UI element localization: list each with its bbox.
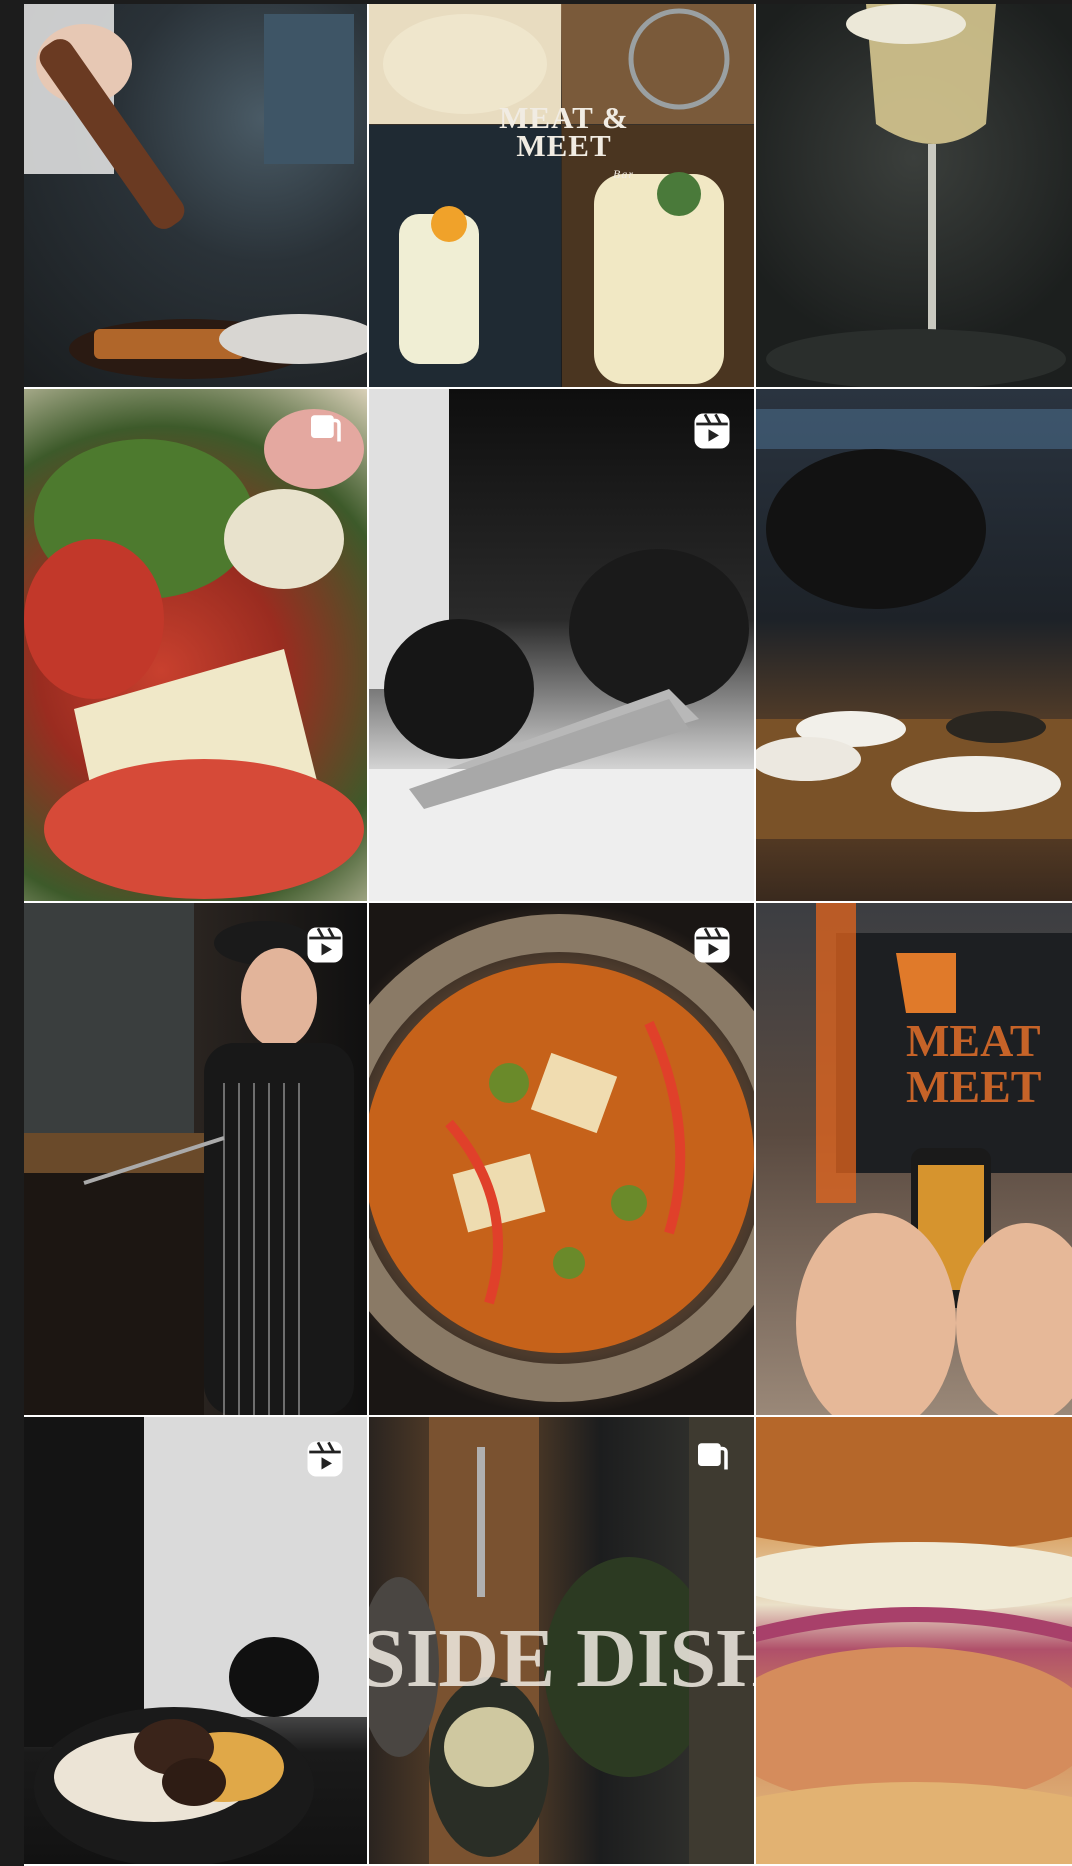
reel-badge — [690, 923, 734, 967]
grid-tile-9[interactable]: MEAT MEET — [756, 903, 1072, 1415]
reel-icon — [307, 927, 343, 963]
reel-icon — [694, 927, 730, 963]
reel-badge — [690, 409, 734, 453]
neon-text: MEAT MEET — [906, 1015, 1042, 1112]
reel-badge — [303, 923, 347, 967]
grid-tile-6[interactable] — [756, 389, 1072, 901]
grid-tile-3[interactable] — [756, 4, 1072, 387]
photo-grid: MEAT & MEET Bar MEAT MEET SIDE DISH — [24, 0, 1072, 1866]
plated-steak-illustration — [24, 1417, 367, 1864]
cocktail-illustration — [369, 4, 754, 387]
reel-icon — [694, 413, 730, 449]
knife-illustration — [369, 389, 754, 901]
grid-tile-5[interactable] — [369, 389, 754, 901]
grid-tile-1[interactable] — [24, 4, 367, 387]
grid-tile-4[interactable] — [24, 389, 367, 901]
grid-tile-2[interactable]: MEAT & MEET Bar — [369, 4, 754, 387]
grid-tile-12[interactable] — [756, 1417, 1072, 1864]
neon-phone-illustration — [796, 903, 1072, 1415]
logo-text: MEAT & MEET Bar — [484, 102, 644, 188]
soup-illustration — [369, 914, 754, 1402]
table-dishes-illustration — [756, 409, 1072, 839]
logo-label: MEAT & MEET — [499, 100, 629, 163]
reel-badge — [303, 1437, 347, 1481]
carousel-badge — [690, 1437, 734, 1481]
grid-tile-11[interactable]: SIDE DISH — [369, 1417, 754, 1864]
carousel-badge — [303, 409, 347, 453]
carousel-icon — [311, 415, 341, 442]
grid-tile-10[interactable] — [24, 1417, 367, 1864]
pepper-mill-illustration — [24, 4, 367, 379]
logo-subtitle: Bar — [613, 167, 634, 181]
overlay-headline: SIDE DISH — [369, 1612, 754, 1705]
grid-tile-8[interactable] — [369, 903, 754, 1415]
wine-glass-illustration — [766, 4, 1066, 387]
reel-icon — [307, 1441, 343, 1477]
chef-grill-illustration — [24, 903, 354, 1415]
salad-illustration — [24, 409, 364, 899]
carousel-icon — [698, 1443, 728, 1470]
burger-illustration — [756, 1417, 1072, 1864]
grid-tile-7[interactable] — [24, 903, 367, 1415]
